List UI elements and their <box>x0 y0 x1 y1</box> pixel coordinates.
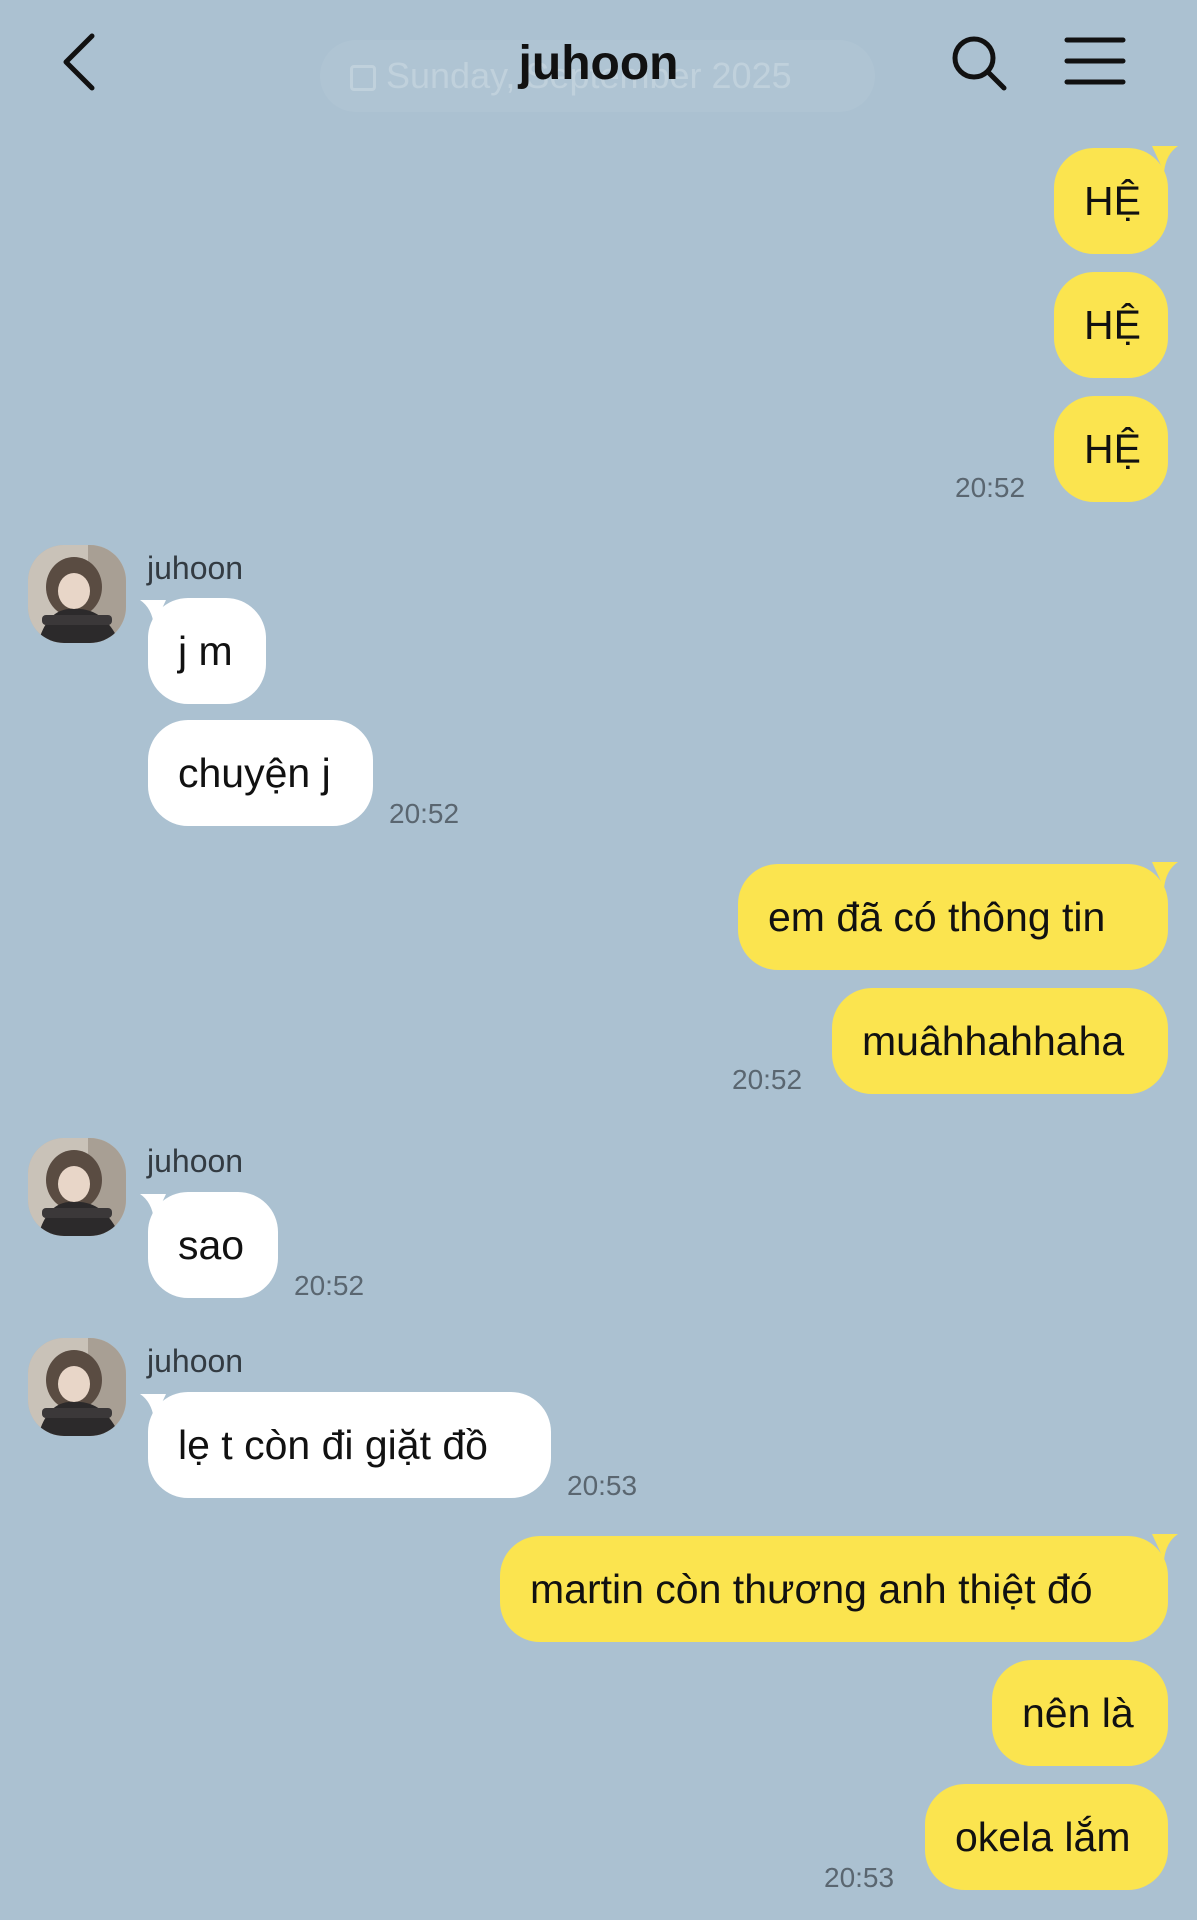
my-message-bubble[interactable]: nên là <box>992 1660 1168 1766</box>
search-button[interactable] <box>950 34 1008 92</box>
avatar-photo <box>28 545 126 643</box>
bubble-tail <box>1152 862 1178 888</box>
message-timestamp: 20:52 <box>294 1270 365 1301</box>
my-message-bubble[interactable]: HỆ <box>1054 396 1168 502</box>
avatar[interactable] <box>28 1138 126 1236</box>
my-message-bubble[interactable]: HỆ <box>1054 148 1168 254</box>
message-timestamp: 20:53 <box>824 1862 895 1893</box>
message-timestamp: 20:52 <box>955 472 1026 503</box>
menu-button[interactable] <box>1064 36 1126 86</box>
their-message-bubble[interactable]: lẹ t còn đi giặt đồ <box>148 1392 551 1498</box>
my-message-bubble[interactable]: okela lắm <box>925 1784 1168 1890</box>
their-message-bubble[interactable]: sao <box>148 1192 278 1298</box>
chat-title: juhoon <box>518 37 679 90</box>
their-message-bubble[interactable]: j m <box>148 598 266 704</box>
avatar[interactable] <box>28 545 126 643</box>
my-message-bubble[interactable]: martin còn thương anh thiệt đó <box>500 1536 1168 1642</box>
message-timestamp: 20:53 <box>567 1470 638 1501</box>
avatar-photo <box>28 1338 126 1436</box>
hamburger-menu-icon <box>1064 37 1126 85</box>
avatar-photo <box>28 1138 126 1236</box>
bubble-tail <box>1152 146 1178 172</box>
sender-name: juhoon <box>147 1343 244 1379</box>
sender-name: juhoon <box>147 550 244 586</box>
their-message-bubble[interactable]: chuyện j <box>148 720 373 826</box>
bubble-tail <box>1152 1534 1178 1560</box>
chat-header: Sunday, September 2025 juhoon <box>0 0 1197 130</box>
my-message-bubble[interactable]: HỆ <box>1054 272 1168 378</box>
message-timestamp: 20:52 <box>389 798 460 829</box>
my-message-bubble[interactable]: em đã có thông tin <box>738 864 1168 970</box>
avatar[interactable] <box>28 1338 126 1436</box>
search-icon <box>952 36 1007 91</box>
my-message-bubble[interactable]: muâhhahhaha <box>832 988 1168 1094</box>
message-timestamp: 20:52 <box>732 1064 803 1095</box>
sender-name: juhoon <box>147 1143 244 1179</box>
